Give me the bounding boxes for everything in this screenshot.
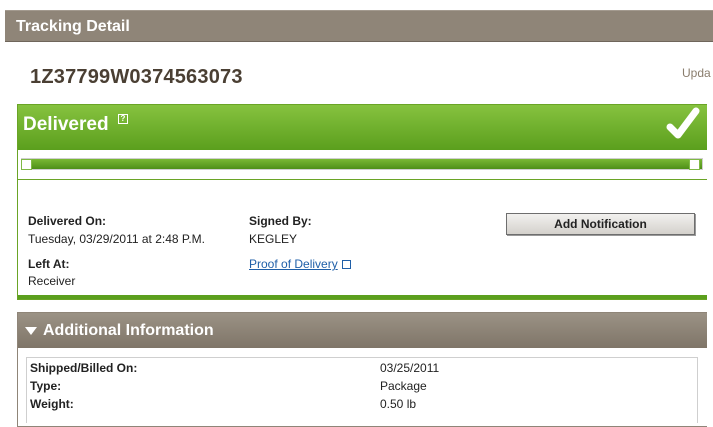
- status-header: Delivered ?: [18, 105, 707, 150]
- add-notification-button[interactable]: Add Notification: [506, 213, 695, 235]
- shipped-billed-on-label: Shipped/Billed On:: [30, 361, 138, 375]
- delivered-on-label: Delivered On:: [28, 214, 107, 228]
- additional-information-header[interactable]: Additional Information: [18, 313, 707, 348]
- tracking-number: 1Z37799W0374563073: [30, 66, 243, 88]
- weight-label: Weight:: [30, 397, 74, 411]
- signed-by-label: Signed By:: [249, 214, 312, 228]
- additional-information-body: Shipped/Billed On: 03/25/2011 Type: Pack…: [26, 357, 698, 423]
- status-panel-bottom-rule: [18, 295, 707, 299]
- updated-text: Upda: [682, 66, 711, 80]
- shipped-billed-on-value: 03/25/2011: [380, 361, 440, 375]
- popup-window-icon: [341, 260, 351, 269]
- progress-bar: [18, 150, 707, 180]
- progress-end-marker: [689, 159, 700, 170]
- delivered-on-value: Tuesday, 03/29/2011 at 2:48 P.M.: [28, 232, 206, 246]
- tracking-detail-header: Tracking Detail: [5, 10, 713, 42]
- progress-start-marker: [21, 159, 32, 170]
- progress-fill: [22, 159, 702, 169]
- left-at-label: Left At:: [28, 257, 70, 271]
- proof-of-delivery-label: Proof of Delivery: [249, 257, 338, 271]
- additional-information-panel: Additional Information Shipped/Billed On…: [17, 312, 707, 427]
- check-icon: [666, 107, 700, 139]
- status-label: Delivered: [23, 114, 109, 135]
- header-title: Tracking Detail: [16, 18, 130, 35]
- left-at-value: Receiver: [28, 274, 76, 288]
- type-value: Package: [380, 379, 427, 393]
- signed-by-value: KEGLEY: [249, 232, 298, 246]
- collapse-triangle-icon[interactable]: [25, 327, 37, 335]
- help-icon[interactable]: ?: [118, 114, 128, 124]
- type-label: Type:: [30, 379, 62, 393]
- additional-information-title: Additional Information: [43, 322, 214, 339]
- proof-of-delivery-link[interactable]: Proof of Delivery: [249, 257, 351, 271]
- weight-value: 0.50 lb: [380, 397, 417, 411]
- status-panel: Delivered ? Delivered On: Tuesday, 03/29…: [17, 104, 707, 300]
- progress-track: [21, 158, 703, 170]
